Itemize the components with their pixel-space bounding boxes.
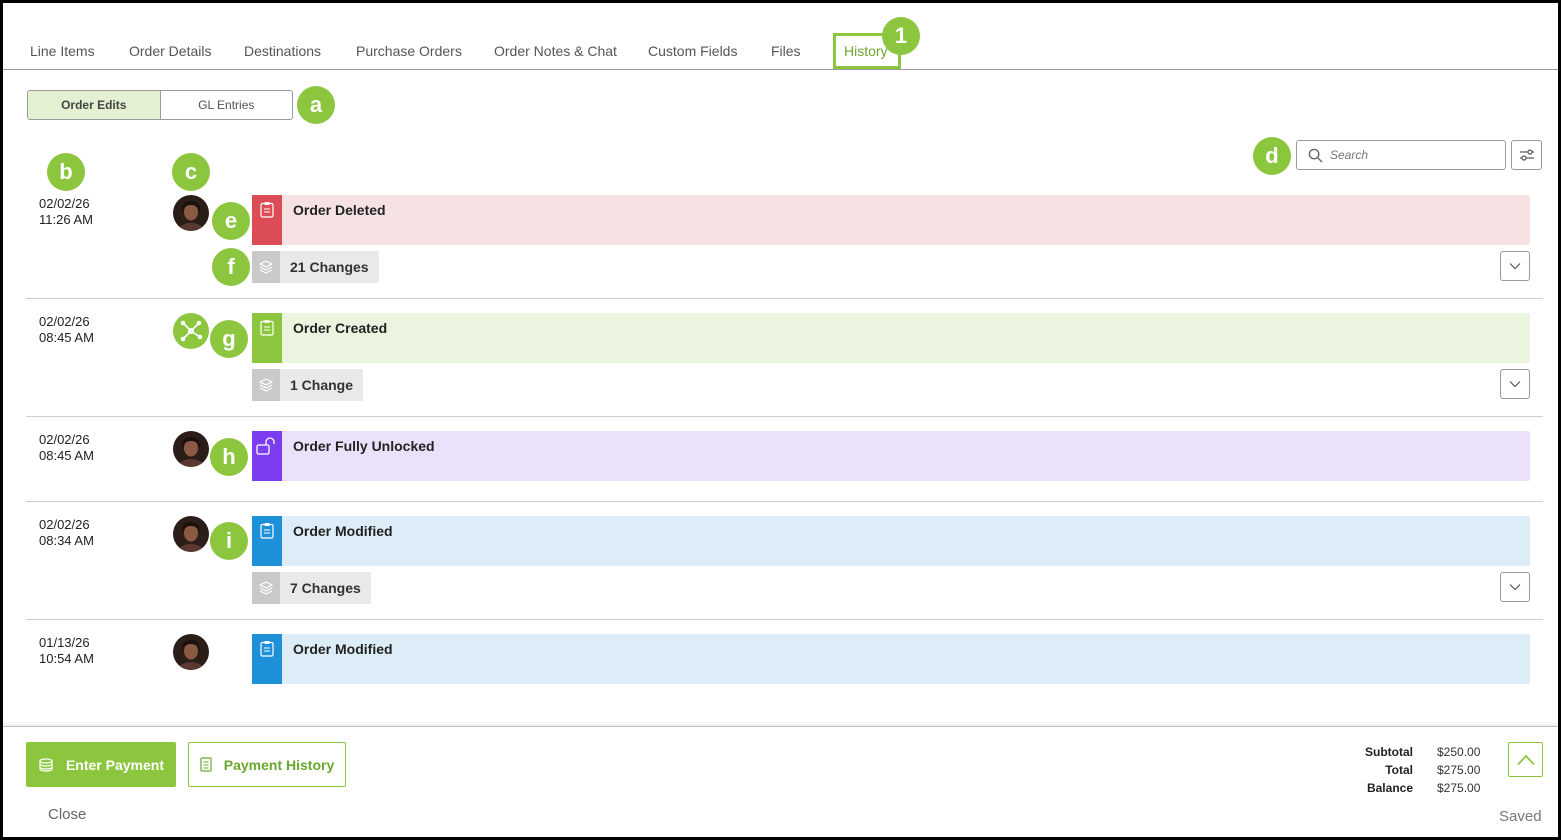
entry-date-day: 02/02/26 (39, 517, 90, 532)
balance-label: Balance (1366, 781, 1413, 795)
clipboard-icon (252, 634, 282, 684)
window-frame (0, 0, 1561, 840)
document-icon (200, 757, 212, 772)
order-edits-segment[interactable]: Order Edits (28, 91, 161, 119)
entry-date-day: 02/02/26 (39, 196, 90, 211)
payment-history-label: Payment History (223, 756, 335, 773)
search-box (1296, 140, 1506, 170)
chevron-up-icon (1516, 754, 1535, 765)
changes-count: 21 Changes (290, 259, 369, 275)
search-icon (1308, 148, 1323, 162)
callout-f: f (212, 248, 250, 286)
entry-date-day: 02/02/26 (39, 432, 90, 447)
user-avatar (173, 195, 209, 231)
entry-divider (26, 501, 1543, 502)
tab-purchase-orders[interactable]: Purchase Orders (356, 43, 462, 59)
totals-labels: Subtotal Total Balance (1365, 743, 1413, 797)
expand-changes-button[interactable] (1500, 369, 1530, 399)
chevron-down-icon (1509, 381, 1521, 388)
callout-g: g (210, 320, 248, 358)
clipboard-icon (252, 195, 282, 245)
total-value: $275.00 (1437, 763, 1481, 777)
layers-icon (252, 251, 280, 283)
changes-count: 7 Changes (290, 580, 361, 596)
callout-h: h (210, 438, 248, 476)
enter-payment-label: Enter Payment (65, 756, 165, 773)
cash-stack-icon (39, 757, 53, 772)
chevron-down-icon (1509, 584, 1521, 591)
expand-changes-button[interactable] (1500, 251, 1530, 281)
callout-b: b (47, 153, 85, 191)
entry-date: 02/02/26 11:26 AM (39, 196, 93, 228)
user-avatar (173, 516, 209, 552)
callout-a: a (297, 86, 335, 124)
event-title: Order Modified (293, 641, 393, 657)
chevron-down-icon (1509, 263, 1521, 270)
tab-files[interactable]: Files (771, 43, 801, 59)
history-event-banner: Order Created (252, 313, 1530, 363)
entry-date-time: 08:34 AM (39, 533, 94, 548)
event-title: Order Created (293, 320, 388, 336)
entry-divider (26, 619, 1543, 620)
clipboard-icon (252, 313, 282, 363)
history-event-banner: Order Fully Unlocked (252, 431, 1530, 481)
callout-e: e (212, 202, 250, 240)
tab-destinations[interactable]: Destinations (244, 43, 321, 59)
user-avatar (173, 634, 209, 670)
tab-order-details[interactable]: Order Details (129, 43, 211, 59)
tab-line-items[interactable]: Line Items (30, 43, 95, 59)
system-network-icon (173, 313, 209, 349)
changes-badge[interactable]: 21 Changes (252, 251, 379, 283)
entry-date: 02/02/26 08:34 AM (39, 517, 94, 549)
tab-custom-fields[interactable]: Custom Fields (648, 43, 737, 59)
enter-payment-button[interactable]: Enter Payment (26, 742, 176, 787)
entry-date-time: 10:54 AM (39, 651, 94, 666)
filter-button[interactable] (1511, 140, 1542, 170)
totals-values: $250.00 $275.00 $275.00 (1437, 743, 1480, 797)
gl-entries-segment[interactable]: GL Entries (161, 91, 293, 119)
entry-date: 01/13/26 10:54 AM (39, 635, 94, 667)
entry-divider (26, 416, 1543, 417)
unlock-icon (252, 431, 282, 481)
total-label: Total (1385, 763, 1413, 777)
event-title: Order Modified (293, 523, 393, 539)
event-title: Order Deleted (293, 202, 386, 218)
changes-badge[interactable]: 1 Change (252, 369, 364, 401)
callout-i: i (210, 522, 248, 560)
entry-date: 02/02/26 08:45 AM (39, 314, 94, 346)
clipboard-icon (252, 516, 282, 566)
entry-date-day: 01/13/26 (39, 635, 90, 650)
event-title: Order Fully Unlocked (293, 438, 435, 454)
entry-date: 02/02/26 08:45 AM (39, 432, 94, 464)
history-event-banner: Order Modified (252, 634, 1530, 684)
expand-changes-button[interactable] (1500, 572, 1530, 602)
subtotal-label: Subtotal (1365, 745, 1413, 759)
save-status: Saved (1499, 808, 1542, 825)
balance-value: $275.00 (1437, 781, 1481, 795)
callout-d: d (1253, 137, 1291, 175)
search-input[interactable] (1330, 148, 1495, 162)
changes-badge[interactable]: 7 Changes (252, 572, 371, 604)
filter-sliders-icon (1519, 149, 1534, 161)
user-avatar (173, 431, 209, 467)
entry-date-time: 08:45 AM (39, 448, 94, 463)
layers-icon (252, 369, 280, 401)
tab-bar: Line Items Order Details Destinations Pu… (3, 0, 1558, 70)
tab-order-notes-chat[interactable]: Order Notes & Chat (494, 43, 617, 59)
callout-1: 1 (882, 17, 920, 55)
entry-date-day: 02/02/26 (39, 314, 90, 329)
close-button[interactable]: Close (48, 806, 86, 823)
history-view-toggle: Order Edits GL Entries (27, 90, 293, 120)
callout-c: c (172, 153, 210, 191)
entry-date-time: 11:26 AM (39, 212, 93, 227)
payment-history-button[interactable]: Payment History (188, 742, 346, 787)
entry-date-time: 08:45 AM (39, 330, 94, 345)
history-event-banner: Order Deleted (252, 195, 1530, 245)
scroll-to-top-button[interactable] (1508, 742, 1543, 777)
entry-divider (26, 298, 1543, 299)
history-event-banner: Order Modified (252, 516, 1530, 566)
subtotal-value: $250.00 (1437, 745, 1481, 759)
layers-icon (252, 572, 280, 604)
changes-count: 1 Change (290, 377, 354, 393)
